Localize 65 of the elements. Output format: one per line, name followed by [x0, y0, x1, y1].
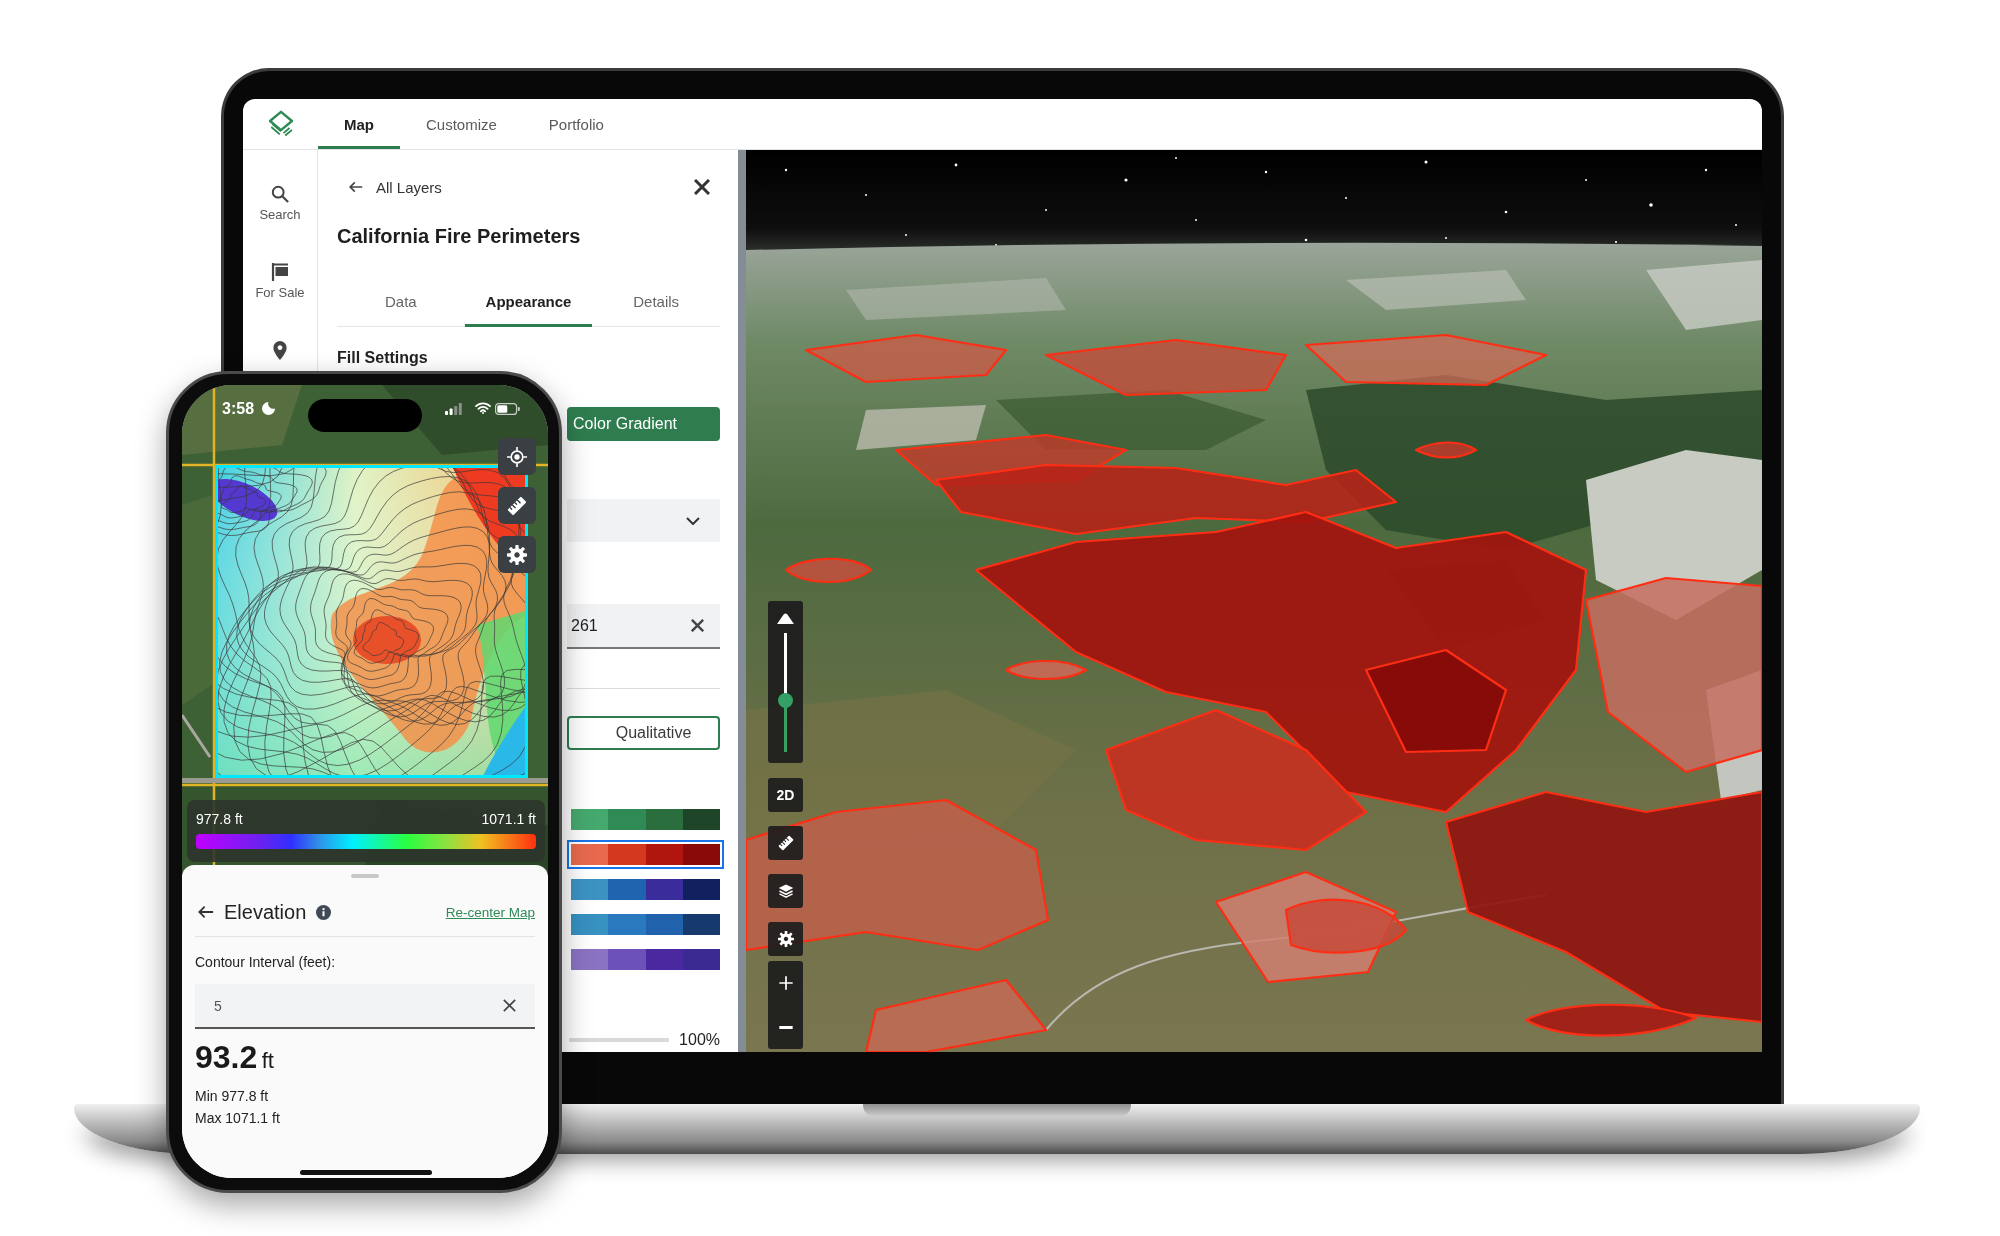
max-value: Max 1071.1 ft	[195, 1109, 281, 1127]
view-2d-button[interactable]: 2D	[768, 778, 803, 812]
arrow-left-icon	[198, 905, 214, 919]
minus-icon	[777, 1025, 794, 1029]
nav-tab[interactable]: Map	[318, 99, 400, 149]
close-button[interactable]	[694, 179, 710, 195]
color-ramp[interactable]	[567, 840, 724, 869]
zoom-out-button[interactable]	[768, 1005, 803, 1049]
slider-value: 100%	[679, 1031, 720, 1049]
nav-tab[interactable]: Portfolio	[522, 99, 630, 149]
layers-icon	[777, 883, 794, 899]
flag-icon	[271, 263, 289, 281]
sidebar-item[interactable]: Search	[259, 185, 301, 223]
sidebar-item[interactable]	[272, 341, 288, 360]
panel-title: California Fire Perimeters	[337, 224, 582, 249]
nav-tab[interactable]: Customize	[400, 99, 523, 149]
chevron-down-icon	[686, 516, 700, 525]
sidebar-item[interactable]: For Sale	[255, 263, 305, 301]
legend-max-label: 1071.1 ft	[481, 810, 536, 828]
plus-icon	[777, 975, 794, 991]
panel-tab[interactable]: Details	[592, 284, 720, 327]
signal-icon	[445, 403, 462, 415]
segment-button[interactable]: Color Gradient	[567, 407, 720, 441]
logo-icon	[266, 110, 295, 138]
sheet-title: Elevation	[224, 900, 307, 924]
close-icon	[691, 619, 704, 632]
zoom-in-button[interactable]	[768, 961, 803, 1005]
panel-tab[interactable]: Data	[337, 284, 465, 327]
settings-button[interactable]	[768, 922, 803, 956]
status-time: 3:58	[222, 399, 255, 419]
segment-button[interactable]: Qualitative	[567, 716, 720, 750]
pin-icon	[272, 341, 288, 360]
close-icon	[694, 179, 710, 195]
text-field[interactable]: 261	[567, 604, 720, 649]
gear-icon	[777, 931, 794, 947]
measure-button[interactable]	[498, 487, 536, 524]
settings-button[interactable]	[498, 536, 536, 573]
info-icon	[316, 904, 332, 920]
layers-button[interactable]	[768, 874, 803, 908]
gear-icon	[507, 544, 527, 565]
recenter-link[interactable]: Re-center Map	[445, 904, 535, 920]
section-heading: Fill Settings	[337, 348, 429, 368]
back-button[interactable]: All Layers	[337, 175, 442, 199]
close-icon	[503, 999, 516, 1012]
back-button[interactable]	[198, 905, 214, 919]
drag-handle[interactable]	[351, 874, 379, 878]
wifi-icon	[475, 402, 491, 414]
locate-button[interactable]	[498, 438, 536, 475]
legend-min-label: 977.8 ft	[196, 810, 243, 828]
measurement-value: 93.2 ft	[195, 1038, 275, 1077]
search-icon	[271, 185, 289, 203]
moon-icon	[262, 402, 275, 415]
arrow-left-icon	[349, 181, 363, 193]
panel-tab[interactable]: Appearance	[464, 284, 593, 327]
locate-icon	[507, 446, 527, 467]
dropdown-field[interactable]	[567, 499, 720, 542]
measure-button[interactable]	[768, 826, 803, 860]
battery-icon	[495, 403, 520, 415]
slider-thumb[interactable]	[778, 692, 793, 708]
field-label: Contour Interval (feet):	[195, 954, 337, 970]
clear-button[interactable]	[691, 619, 704, 632]
mountain-icon	[777, 613, 794, 624]
min-value: Min 977.8 ft	[195, 1087, 270, 1105]
clear-button[interactable]	[503, 999, 516, 1012]
input-field[interactable]: 5	[195, 984, 535, 1029]
